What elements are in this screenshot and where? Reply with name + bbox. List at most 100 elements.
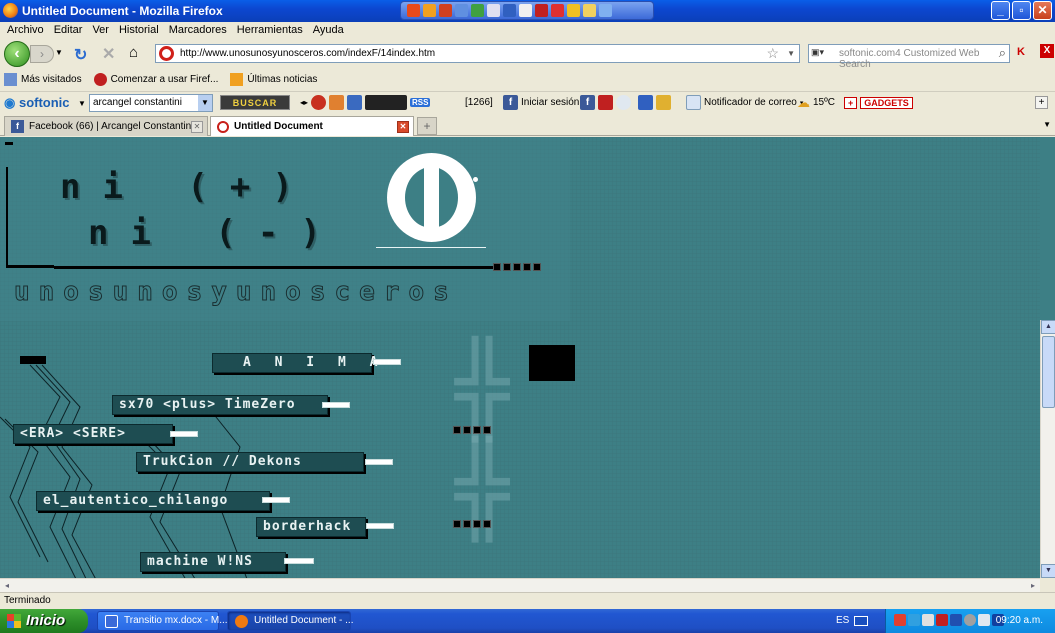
addon-x-icon[interactable]: X bbox=[1040, 44, 1054, 58]
close-button[interactable]: ✕ bbox=[1033, 1, 1052, 20]
menu-trukcion-dekons[interactable]: TrukCion // Dekons bbox=[136, 452, 364, 472]
logo-line-minus[interactable]: ni (-) bbox=[88, 213, 343, 253]
bookmark-star-icon[interactable]: ☆ bbox=[766, 45, 779, 62]
sponge-icon[interactable] bbox=[311, 95, 327, 110]
quick-launch-icon[interactable] bbox=[551, 4, 564, 17]
menu-marcadores[interactable]: Marcadores bbox=[164, 22, 232, 40]
tab-untitled-document[interactable]: Untitled Document ✕ bbox=[210, 116, 414, 136]
url-text[interactable]: http://www.unosunosyunosceros.com/indexF… bbox=[180, 48, 435, 59]
scroll-thumb[interactable] bbox=[1042, 336, 1055, 408]
quick-launch-toolbar[interactable] bbox=[400, 1, 654, 20]
horizontal-scrollbar[interactable]: ◂ ▸ bbox=[0, 578, 1040, 592]
back-button[interactable]: ‹ bbox=[4, 41, 30, 67]
menu-editar[interactable]: Editar bbox=[49, 22, 88, 40]
scroll-right-icon[interactable]: ▸ bbox=[1026, 579, 1040, 592]
fox-icon[interactable] bbox=[329, 95, 345, 110]
menu-era-sere[interactable]: <ERA> <SERE> bbox=[13, 424, 173, 444]
screen-icon[interactable] bbox=[347, 95, 363, 110]
toolbar-icon-group[interactable]: ◂▸ RSS bbox=[300, 95, 431, 110]
start-button[interactable]: Inicio bbox=[0, 609, 88, 633]
scroll-left-icon[interactable]: ◂ bbox=[0, 579, 14, 592]
tray-icon[interactable] bbox=[936, 614, 948, 626]
clock[interactable]: 09:20 a.m. bbox=[996, 615, 1043, 626]
search-engine-icon[interactable]: ▣▾ bbox=[811, 47, 833, 60]
vertical-scrollbar[interactable]: ▲ ▼ bbox=[1040, 320, 1055, 578]
tray-icon[interactable] bbox=[922, 614, 934, 626]
quick-launch-icon[interactable] bbox=[583, 4, 596, 17]
menu-historial[interactable]: Historial bbox=[114, 22, 164, 40]
toolbar-add-button[interactable]: + bbox=[1035, 95, 1048, 110]
menu-archivo[interactable]: Archivo bbox=[2, 22, 49, 40]
menu-ver[interactable]: Ver bbox=[87, 22, 114, 40]
quick-launch-icon[interactable] bbox=[567, 4, 580, 17]
history-dropdown-icon[interactable]: ▼ bbox=[55, 48, 63, 57]
softonic-search-input[interactable]: arcangel constantini ▼ bbox=[89, 94, 213, 112]
scroll-up-icon[interactable]: ▲ bbox=[1041, 320, 1055, 334]
menu-el-autentico-chilango[interactable]: el_autentico_chilango bbox=[36, 491, 270, 511]
quick-launch-icon[interactable] bbox=[455, 4, 468, 17]
addon-k-icon[interactable]: K bbox=[1017, 46, 1025, 58]
reload-icon[interactable]: ↻ bbox=[74, 45, 87, 65]
maximize-button[interactable]: ▫ bbox=[1012, 1, 1031, 20]
quick-launch-icon[interactable] bbox=[439, 4, 452, 17]
search-icon[interactable]: ⌕ bbox=[999, 45, 1006, 61]
new-tab-button[interactable]: + bbox=[417, 117, 437, 135]
url-dropdown-icon[interactable]: ▼ bbox=[787, 49, 795, 58]
tab-facebook[interactable]: f Facebook (66) | Arcangel Constantini ✕ bbox=[4, 116, 208, 136]
language-indicator[interactable]: ES bbox=[836, 615, 849, 626]
menu-anima[interactable]: A N I M A bbox=[212, 353, 377, 373]
search-bar[interactable]: ▣▾ softonic.com4 Customized Web Search ⌕ bbox=[808, 44, 1010, 70]
facebook-login[interactable]: f Iniciar sesión bbox=[503, 95, 579, 110]
softonic-dropdown-icon[interactable]: ▼ bbox=[78, 99, 86, 108]
quick-launch-icon[interactable] bbox=[407, 4, 420, 17]
menu-sx70-timezero[interactable]: sx70 <plus> TimeZero bbox=[112, 395, 328, 415]
quick-launch-icon[interactable] bbox=[519, 4, 532, 17]
facebook-icon[interactable]: f bbox=[580, 95, 595, 110]
quick-launch-icon[interactable] bbox=[471, 4, 484, 17]
tab-list-dropdown-icon[interactable]: ▼ bbox=[1043, 120, 1051, 129]
scroll-down-icon[interactable]: ▼ bbox=[1041, 564, 1055, 578]
app-icon[interactable] bbox=[656, 95, 671, 110]
keyboard-icon[interactable] bbox=[854, 616, 868, 626]
tray-icon[interactable] bbox=[908, 614, 920, 626]
bookmark-mas-visitados[interactable]: Más visitados bbox=[4, 72, 82, 86]
rss-icon[interactable]: RSS bbox=[410, 98, 431, 107]
close-tab-icon[interactable]: ✕ bbox=[397, 121, 409, 133]
game-icon[interactable] bbox=[638, 95, 653, 110]
quick-launch-icon[interactable] bbox=[503, 4, 516, 17]
close-tab-icon[interactable]: ✕ bbox=[191, 121, 203, 133]
softonic-logo[interactable]: ◉ softonic bbox=[4, 95, 70, 111]
app-icons[interactable] bbox=[638, 95, 671, 110]
gadgets-button[interactable]: + GADGETS bbox=[844, 95, 913, 110]
search-placeholder[interactable]: softonic.com4 Customized Web Search bbox=[839, 48, 1009, 70]
mail-notifier[interactable]: Notificador de correo ▾ bbox=[686, 95, 803, 110]
youtube-icon[interactable] bbox=[598, 95, 613, 110]
tray-icon[interactable] bbox=[894, 614, 906, 626]
menu-machine-wins[interactable]: machine W!NS bbox=[140, 552, 286, 572]
logo-line-plus[interactable]: ni (+) bbox=[60, 167, 315, 207]
taskbar-item-word[interactable]: Transitio mx.docx - M... bbox=[97, 611, 228, 631]
site-identity-icon[interactable] bbox=[159, 46, 174, 61]
address-bar[interactable]: http://www.unosunosyunosceros.com/indexF… bbox=[155, 44, 800, 63]
quick-launch-icon[interactable] bbox=[487, 4, 500, 17]
unos-ceros-logo[interactable] bbox=[387, 153, 478, 242]
quick-launch-icon[interactable] bbox=[599, 4, 612, 17]
tray-icon[interactable] bbox=[950, 614, 962, 626]
chat-icon[interactable] bbox=[616, 95, 631, 110]
bookmark-ultimas-noticias[interactable]: Últimas noticias bbox=[230, 72, 317, 86]
weather-widget[interactable]: ☁ 15ºC bbox=[797, 95, 835, 110]
menu-borderhack[interactable]: borderhack bbox=[256, 517, 366, 537]
bookmark-comenzar[interactable]: Comenzar a usar Firef... bbox=[93, 72, 218, 86]
forward-button[interactable]: › bbox=[30, 45, 54, 63]
quick-launch-icon[interactable] bbox=[423, 4, 436, 17]
quick-launch-icon[interactable] bbox=[535, 4, 548, 17]
home-icon[interactable]: ⌂ bbox=[129, 44, 138, 61]
buscar-web-button[interactable]: BUSCAR WEB bbox=[220, 95, 290, 123]
taskbar-item-firefox[interactable]: Untitled Document - ... bbox=[227, 611, 353, 631]
radio-icon[interactable] bbox=[365, 95, 408, 110]
menu-ayuda[interactable]: Ayuda bbox=[308, 22, 349, 40]
tray-icon[interactable] bbox=[964, 614, 976, 626]
chevron-down-icon[interactable]: ▼ bbox=[198, 95, 212, 111]
menu-herramientas[interactable]: Herramientas bbox=[232, 22, 308, 40]
count-badge[interactable]: [1266] bbox=[465, 95, 493, 110]
